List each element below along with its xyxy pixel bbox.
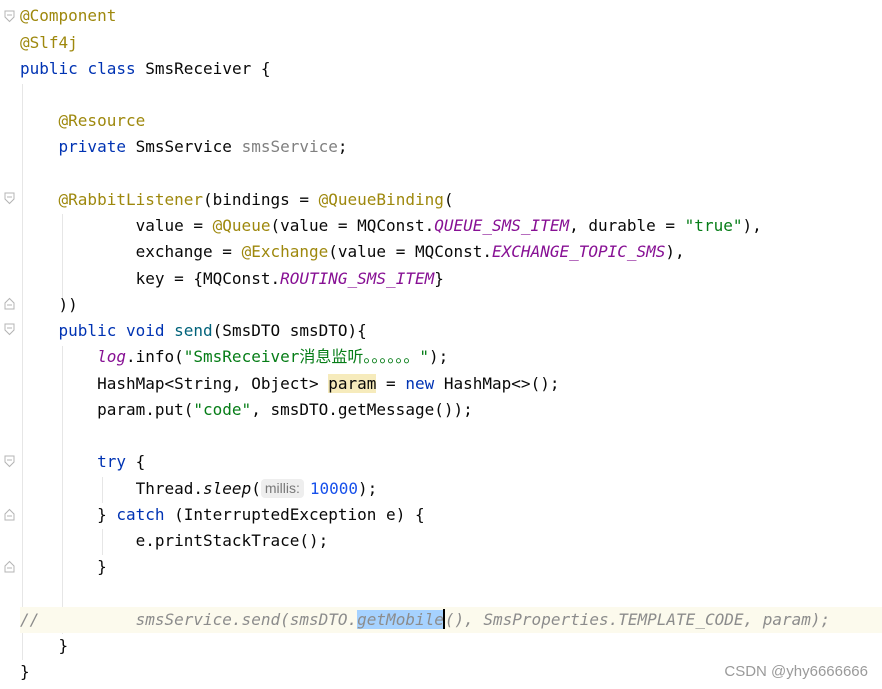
code-text: {: [125, 452, 146, 471]
log-field: log: [97, 347, 126, 366]
keyword: try: [97, 452, 126, 471]
code-text: HashMap<String, Object>: [97, 374, 329, 393]
annotation: @Queue: [212, 216, 271, 235]
constant: EXCHANGE_TOPIC_SMS: [492, 242, 666, 261]
keyword: private: [58, 137, 126, 156]
keyword: new: [405, 374, 435, 393]
number-literal: 10000: [309, 479, 359, 498]
field-name: smsService: [241, 137, 338, 156]
parameter-hint: millis:: [260, 479, 304, 498]
code-text: exchange =: [135, 242, 242, 261]
class-name: SmsReceiver: [145, 59, 252, 78]
annotation: @Resource: [58, 111, 146, 130]
annotation: @Exchange: [241, 242, 329, 261]
keyword: public: [58, 321, 117, 340]
code-text: {: [260, 59, 271, 78]
code-text: }: [434, 269, 444, 288]
code-text: (value = MQConst.: [270, 216, 435, 235]
code-text: Thread.: [135, 479, 204, 498]
code-line[interactable]: @Slf4j: [20, 30, 882, 56]
code-text: (value = MQConst.: [328, 242, 493, 261]
fold-start-icon[interactable]: [4, 192, 15, 205]
code-text: (bindings =: [203, 190, 319, 209]
string-literal: "true": [684, 216, 743, 235]
code-editor[interactable]: @Component @Slf4j public class SmsReceiv…: [0, 0, 882, 689]
code-text: , durable =: [569, 216, 685, 235]
annotation: @Component: [20, 6, 117, 25]
fold-end-icon[interactable]: [4, 560, 15, 573]
comment-text: smsService.send(smsDTO.: [135, 610, 358, 629]
code-text: ;: [337, 137, 348, 156]
code-line[interactable]: }: [20, 633, 882, 659]
type-name: SmsService: [135, 137, 232, 156]
code-line[interactable]: @RabbitListener(bindings = @QueueBinding…: [20, 187, 882, 213]
code-text: (InterruptedException e) {: [164, 505, 425, 524]
code-line[interactable]: HashMap<String, Object> param = new Hash…: [20, 371, 882, 397]
string-literal: "code": [193, 400, 252, 419]
highlighted-variable: param: [328, 374, 377, 393]
code-text: , smsDTO.getMessage());: [251, 400, 473, 419]
watermark: CSDN @yhy6666666: [724, 663, 868, 680]
code-text: }: [20, 662, 30, 681]
code-line[interactable]: } catch (InterruptedException e) {: [20, 502, 882, 528]
method-name: send: [174, 321, 213, 340]
code-text: }: [97, 505, 117, 524]
fold-start-icon[interactable]: [4, 10, 15, 23]
fold-start-icon[interactable]: [4, 455, 15, 468]
code-line[interactable]: private SmsService smsService;: [20, 134, 882, 160]
code-text: key = {MQConst.: [135, 269, 281, 288]
code-line[interactable]: log.info("SmsReceiver消息监听。。。。。。");: [20, 344, 882, 370]
constant: QUEUE_SMS_ITEM: [434, 216, 570, 235]
code-line[interactable]: public void send(SmsDTO smsDTO){: [20, 318, 882, 344]
code-text: value =: [135, 216, 213, 235]
code-line[interactable]: key = {MQConst.ROUTING_SMS_ITEM}: [20, 266, 882, 292]
code-line[interactable]: value = @Queue(value = MQConst.QUEUE_SMS…: [20, 213, 882, 239]
code-text: }: [58, 636, 69, 655]
code-text: }: [97, 557, 107, 576]
code-text: (: [443, 190, 454, 209]
code-text: );: [429, 347, 449, 366]
annotation: @RabbitListener: [58, 190, 204, 209]
static-method: sleep: [203, 479, 252, 498]
annotation: @QueueBinding: [318, 190, 444, 209]
code-text: =: [376, 374, 406, 393]
annotation: @Slf4j: [20, 33, 78, 52]
code-text: .info(: [125, 347, 184, 366]
keyword: public: [20, 59, 78, 78]
code-line[interactable]: @Component: [20, 3, 882, 29]
text-selection[interactable]: getMobile: [357, 610, 444, 629]
comment-prefix: //: [20, 610, 40, 629]
code-text: (: [251, 479, 261, 498]
code-text: );: [358, 479, 378, 498]
fold-end-icon[interactable]: [4, 297, 15, 310]
code-line[interactable]: e.printStackTrace();: [20, 528, 882, 554]
constant: ROUTING_SMS_ITEM: [280, 269, 435, 288]
keyword: void: [125, 321, 165, 340]
code-text: )): [58, 295, 78, 314]
code-line[interactable]: param.put("code", smsDTO.getMessage());: [20, 397, 882, 423]
code-line[interactable]: )): [20, 292, 882, 318]
code-line[interactable]: }: [20, 554, 882, 580]
code-line[interactable]: try {: [20, 449, 882, 475]
code-line[interactable]: public class SmsReceiver {: [20, 56, 882, 82]
fold-start-icon[interactable]: [4, 323, 15, 336]
keyword: catch: [116, 505, 165, 524]
keyword: class: [87, 59, 136, 78]
code-text: (SmsDTO smsDTO){: [212, 321, 367, 340]
string-literal: "SmsReceiver消息监听。。。。。。": [183, 347, 429, 366]
code-text: HashMap<>();: [434, 374, 560, 393]
editor-gutter: [0, 0, 20, 689]
current-code-line[interactable]: // smsService.send(smsDTO.getMobile(), S…: [20, 607, 882, 633]
code-text: ),: [665, 242, 685, 261]
comment-text: (), SmsProperties.TEMPLATE_CODE, param);: [444, 610, 831, 629]
code-text: ),: [742, 216, 762, 235]
code-line[interactable]: @Resource: [20, 108, 882, 134]
code-text: e.printStackTrace();: [135, 531, 329, 550]
code-line[interactable]: Thread.sleep(millis: 10000);: [20, 476, 882, 502]
fold-end-icon[interactable]: [4, 508, 15, 521]
code-line[interactable]: exchange = @Exchange(value = MQConst.EXC…: [20, 239, 882, 265]
code-text: param.put(: [97, 400, 194, 419]
